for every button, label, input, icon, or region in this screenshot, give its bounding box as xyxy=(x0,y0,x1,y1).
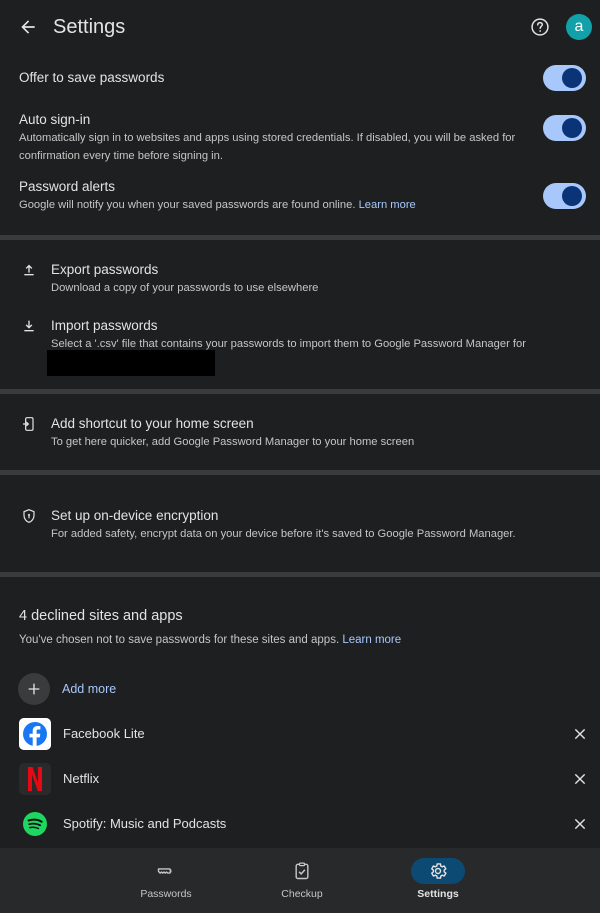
offer-to-save-passwords-row[interactable]: Offer to save passwords xyxy=(0,60,600,96)
netflix-icon xyxy=(19,763,51,795)
section-divider xyxy=(0,235,600,240)
password-alerts-learn-more-link[interactable]: Learn more xyxy=(359,199,416,211)
site-name: Spotify: Music and Podcasts xyxy=(63,816,227,831)
toggle-knob xyxy=(562,186,582,206)
shield-icon xyxy=(19,506,39,526)
settings-screen: Settings a Offer to save passwords Auto … xyxy=(0,0,600,913)
nav-tab-settings[interactable]: Settings xyxy=(378,848,498,913)
declined-desc-text: You've chosen not to save passwords for … xyxy=(19,634,340,646)
row-description: Download a copy of your passwords to use… xyxy=(51,282,319,294)
gear-icon xyxy=(411,858,465,884)
close-icon xyxy=(574,728,586,740)
nav-tab-passwords[interactable]: Passwords xyxy=(106,848,226,913)
declined-site-row: Netflix xyxy=(0,760,600,800)
nav-tab-checkup[interactable]: Checkup xyxy=(242,848,362,913)
help-button[interactable] xyxy=(528,15,552,39)
row-description: For added safety, encrypt data on your d… xyxy=(51,528,516,540)
declined-sites-heading: 4 declined sites and apps xyxy=(19,608,183,624)
row-description: Google will notify you when your saved p… xyxy=(19,196,534,214)
help-icon xyxy=(531,18,549,36)
on-device-encryption-row[interactable]: Set up on-device encryption For added sa… xyxy=(0,500,600,550)
add-shortcut-row[interactable]: Add shortcut to your home screen To get … xyxy=(0,408,600,458)
offer-to-save-passwords-toggle[interactable] xyxy=(543,65,586,91)
declined-site-row: Facebook Lite xyxy=(0,715,600,755)
add-more-label: Add more xyxy=(62,682,117,696)
site-name: Netflix xyxy=(63,771,100,786)
clipboard-check-icon xyxy=(275,858,329,884)
key-icon xyxy=(139,858,193,884)
close-icon xyxy=(574,818,586,830)
row-title: Import passwords xyxy=(51,318,158,333)
nav-label: Checkup xyxy=(281,888,323,900)
row-title: Auto sign-in xyxy=(19,112,91,127)
account-avatar[interactable]: a xyxy=(566,14,592,40)
password-alerts-row[interactable]: Password alerts Google will notify you w… xyxy=(0,172,600,220)
row-title: Offer to save passwords xyxy=(19,70,165,85)
remove-spotify-button[interactable] xyxy=(570,814,590,834)
close-icon xyxy=(574,773,586,785)
remove-netflix-button[interactable] xyxy=(570,769,590,789)
plus-icon xyxy=(18,673,50,705)
facebook-icon xyxy=(19,718,51,750)
download-icon xyxy=(19,316,39,336)
site-name: Facebook Lite xyxy=(63,726,145,741)
password-alerts-desc: Google will notify you when your saved p… xyxy=(19,199,356,211)
remove-facebook-lite-button[interactable] xyxy=(570,724,590,744)
export-passwords-row[interactable]: Export passwords Download a copy of your… xyxy=(0,254,600,300)
add-more-button[interactable]: Add more xyxy=(18,673,218,707)
top-app-bar: Settings a xyxy=(0,0,600,54)
redacted-account-block xyxy=(47,350,215,376)
section-divider xyxy=(0,572,600,577)
declined-sites-description: You've chosen not to save passwords for … xyxy=(19,634,401,646)
row-title: Password alerts xyxy=(19,179,116,194)
password-alerts-toggle[interactable] xyxy=(543,183,586,209)
section-divider xyxy=(0,470,600,475)
upload-icon xyxy=(19,260,39,280)
declined-site-row: Spotify: Music and Podcasts xyxy=(0,805,600,845)
row-title: Export passwords xyxy=(51,262,159,277)
toggle-knob xyxy=(562,118,582,138)
nav-label: Passwords xyxy=(140,888,192,900)
back-button[interactable] xyxy=(14,13,42,41)
auto-sign-in-row[interactable]: Auto sign-in Automatically sign in to we… xyxy=(0,104,600,168)
spotify-icon xyxy=(19,808,51,840)
row-title: Add shortcut to your home screen xyxy=(51,416,254,431)
row-title: Set up on-device encryption xyxy=(51,508,219,523)
add-to-home-screen-icon xyxy=(19,414,39,434)
declined-learn-more-link[interactable]: Learn more xyxy=(342,634,401,646)
arrow-back-icon xyxy=(21,20,35,34)
row-description: To get here quicker, add Google Password… xyxy=(51,436,415,448)
nav-label: Settings xyxy=(417,888,459,900)
row-description: Automatically sign in to websites and ap… xyxy=(19,132,516,162)
auto-sign-in-toggle[interactable] xyxy=(543,115,586,141)
section-divider xyxy=(0,389,600,394)
bottom-navigation-bar: Passwords Checkup Settings xyxy=(0,848,600,913)
toggle-knob xyxy=(562,68,582,88)
page-title: Settings xyxy=(53,16,126,38)
